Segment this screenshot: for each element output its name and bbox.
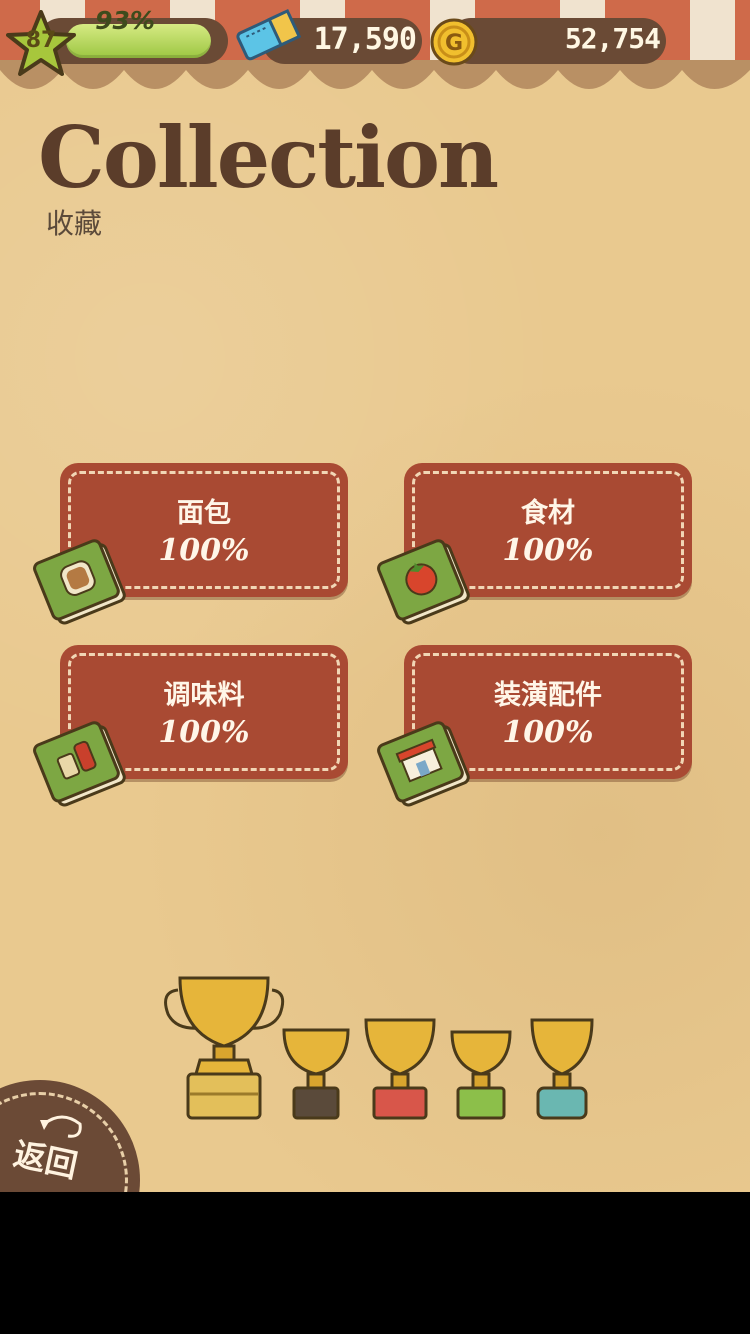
- player-level: 87: [25, 28, 57, 53]
- trophy-black-base-icon: [282, 1028, 350, 1120]
- trophy-red-base-icon: [364, 1018, 436, 1120]
- tomato-book-icon: [377, 539, 470, 625]
- level-progress-label: 93%: [95, 6, 155, 35]
- trophy-green-base-icon: [450, 1030, 512, 1120]
- ticket-count: 17,590: [313, 22, 417, 57]
- category-label: 装潢配件: [494, 680, 602, 711]
- svg-text:G: G: [445, 31, 463, 56]
- trophy-shelf: [164, 976, 594, 1120]
- page-subtitle: 收藏: [46, 207, 103, 240]
- category-label: 面包: [177, 498, 231, 529]
- shop-book-icon: [377, 721, 470, 807]
- category-label: 调味料: [163, 680, 245, 711]
- gold-trophy-large-icon: [164, 976, 285, 1120]
- page-title: Collection: [38, 108, 499, 207]
- trophy-blue-base-icon: [530, 1018, 594, 1120]
- category-label: 食材: [521, 498, 575, 529]
- coin-count: 52,754: [564, 22, 661, 55]
- gold-coin-icon: G: [430, 18, 478, 66]
- collection-screen: 93% 87 17,590 G 52,754 Collection 收藏 面包 …: [0, 0, 750, 1192]
- bread-book-icon: [33, 539, 126, 625]
- condiment-book-icon: [33, 721, 126, 807]
- ticket-icon: [236, 9, 302, 61]
